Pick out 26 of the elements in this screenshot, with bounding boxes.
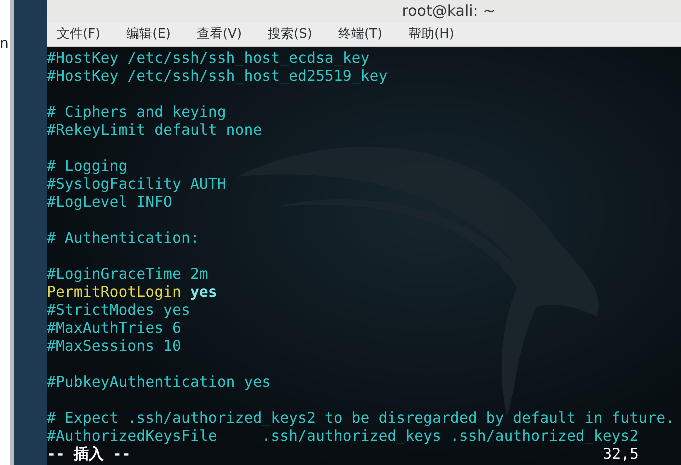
code-line: #LoginGraceTime 2m bbox=[47, 265, 208, 283]
code-line: #StrictModes yes bbox=[47, 301, 190, 319]
code-line: #MaxSessions 10 bbox=[47, 337, 182, 355]
code-line: #LogLevel INFO bbox=[47, 193, 173, 211]
menu-item[interactable]: 文件(F) bbox=[55, 25, 115, 43]
editor-mode: -- 插入 -- bbox=[47, 445, 131, 463]
code-line: #PubkeyAuthentication yes bbox=[47, 373, 272, 391]
menu-item[interactable]: 帮助(H) bbox=[406, 25, 468, 43]
code-line: # Expect .ssh/authorized_keys2 to be disregarded by default in future. bbox=[47, 409, 675, 427]
cursor-position: 32,5 bbox=[603, 445, 639, 463]
code-line: # Authentication: bbox=[47, 229, 200, 247]
menu-item[interactable]: 终端(T) bbox=[336, 25, 397, 43]
code-line: #AuthorizedKeysFile .ssh/authorized_keys .ssh/authorized_keys2 bbox=[47, 427, 639, 445]
menu-item[interactable]: 搜索(S) bbox=[266, 25, 326, 43]
code-line: #MaxAuthTries 6 bbox=[47, 319, 182, 337]
config-key: PermitRootLogin bbox=[47, 283, 182, 301]
code-line: #HostKey /etc/ssh/ssh_host_ecdsa_key bbox=[47, 49, 370, 67]
code-line: # Ciphers and keying bbox=[47, 103, 226, 121]
code-line: #RekeyLimit default none bbox=[47, 121, 262, 139]
code-line: #HostKey /etc/ssh/ssh_host_ed25519_key bbox=[47, 67, 388, 85]
code-line: #SyslogFacility AUTH bbox=[47, 175, 226, 193]
config-value: yes bbox=[190, 283, 218, 301]
code-line: # Logging bbox=[47, 157, 128, 175]
window-title: root@kali: ~ bbox=[402, 2, 496, 20]
menu-item[interactable]: 查看(V) bbox=[194, 25, 256, 43]
menu-item[interactable]: 编辑(E) bbox=[124, 25, 185, 43]
